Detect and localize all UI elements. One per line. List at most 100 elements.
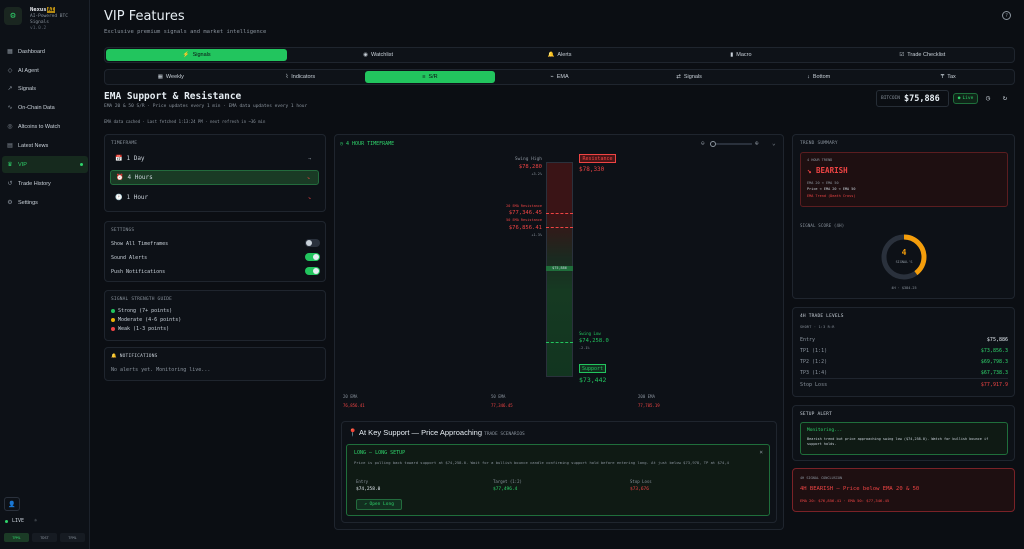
arrow-down-icon: ↓ <box>807 74 810 80</box>
coin-icon: ◎ <box>7 124 13 130</box>
section-subtitle: EMA 20 & 50 S/R · Price updates every 1 … <box>104 104 308 109</box>
resistance-value: $78,330 <box>579 166 605 173</box>
setup-description: Price is pulling back toward support at … <box>354 460 729 465</box>
refresh-icon[interactable]: ↻ <box>1000 93 1010 103</box>
show-all-toggle[interactable] <box>305 239 320 247</box>
brand-tagline: AI-Powered BTC <box>30 14 68 19</box>
long-setup-card: LONG — LONG SETUP × Price is pulling bac… <box>346 444 770 516</box>
sidebar-item-altcoins[interactable]: ◎ Altcoins to Watch <box>2 118 88 135</box>
clock-icon: 🕐 <box>115 194 123 201</box>
conclusion-value: 4H BEARISH — Price below EMA 20 & 50 <box>800 486 920 492</box>
eye-icon: ◉ <box>363 52 368 58</box>
timeframe-1d[interactable]: 📅 1 Day → <box>110 151 319 166</box>
theme-icon[interactable]: ☼ <box>34 518 37 524</box>
zoom-slider[interactable] <box>710 141 752 147</box>
sidebar-item-on-chain-data[interactable]: ∿ On-Chain Data <box>2 99 88 116</box>
tab-signals[interactable]: ⚡ Signals <box>106 49 288 61</box>
main-tabs: ⚡ Signals ◉ Watchlist 🔔 Alerts ▮ Macro ☑ Trad… <box>104 47 1015 63</box>
target-value: $77,496.4 <box>493 487 518 492</box>
collapse-icon[interactable]: ⌄ <box>772 140 776 147</box>
live-indicator: LIVE ☼ <box>5 518 37 524</box>
subtab-weekly[interactable]: ▦ Weekly <box>106 71 236 83</box>
chart-title: ◷ 4 HOUR TIMEFRAME <box>340 141 395 147</box>
sound-toggle[interactable] <box>305 253 320 261</box>
calendar-icon: ▦ <box>157 74 163 80</box>
subtab-ema[interactable]: ⌁ EMA <box>495 71 625 83</box>
line-chart-icon: ⌁ <box>550 74 554 80</box>
tab-macro[interactable]: ▮ Macro <box>650 49 831 61</box>
clock-icon: ⏰ <box>116 174 124 181</box>
legend-weak: Weak (1-3 points) <box>111 326 169 332</box>
sidebar-item-vip[interactable]: ♛ VIP <box>2 156 88 173</box>
resistance-tag: Resistance <box>579 154 616 163</box>
close-icon[interactable]: × <box>759 449 763 456</box>
subtab-indicators[interactable]: ⌇ Indicators <box>236 71 366 83</box>
conclusion-foot: EMA 20: $76,856.41 · EMA 50: $77,346.45 <box>800 498 890 503</box>
settings-panel: SETTINGS Show All Timeframes Sound Alert… <box>104 221 326 282</box>
subtab-tax[interactable]: ₸ Tax <box>883 71 1013 83</box>
tab-watchlist[interactable]: ◉ Watchlist <box>287 49 468 61</box>
subtab-signals[interactable]: ⇄ Signals <box>624 71 754 83</box>
zoom-out-icon[interactable]: ⊖ <box>701 140 705 147</box>
timeframe-4h[interactable]: ⏰ 4 Hours ↘ <box>110 170 319 185</box>
sidebar-item-latest-news[interactable]: ▤ Latest News <box>2 137 88 154</box>
brand-line2: Signals <box>30 20 49 25</box>
trend-down-icon: ↘ <box>807 166 817 175</box>
stop-value: $73,676 <box>630 487 649 492</box>
ema200-foot-label: 200 EMA <box>638 394 655 399</box>
clock-icon[interactable]: ◷ <box>983 93 993 103</box>
subtab-bottom[interactable]: ↓ Bottom <box>754 71 884 83</box>
section-title: EMA Support & Resistance <box>104 91 242 102</box>
score-label: SIGNAL'S <box>895 260 913 264</box>
subtab-sr[interactable]: ≡ S/R <box>365 71 495 83</box>
strength-panel: SIGNAL STRENGTH GUIDE Strong (7+ points)… <box>104 290 326 341</box>
push-toggle[interactable] <box>305 267 320 275</box>
tab-trade-checklist[interactable]: ☑ Trade Checklist <box>832 49 1013 61</box>
trend-value: BEARISH <box>816 166 848 175</box>
level-stop-loss: Stop Loss $77,917.9 <box>800 382 1008 388</box>
setting-push: Push Notifications <box>111 267 320 275</box>
legend-moderate: Moderate (4-6 points) <box>111 317 181 323</box>
mode-tdst[interactable]: TDST <box>32 533 57 542</box>
btc-price: $75,886 <box>903 93 940 104</box>
brand-version: v1.0.2 <box>30 26 47 31</box>
timeframe-1h[interactable]: 🕐 1 Hour ↘ <box>110 190 319 205</box>
page-subtitle: Exclusive premium signals and market int… <box>104 29 267 35</box>
sidebar-item-trade-history[interactable]: ↺ Trade History <box>2 175 88 192</box>
score-value: 4 <box>901 248 907 257</box>
bell-icon: 🔔 <box>547 52 555 58</box>
alert-status: Monitoring... <box>807 428 843 433</box>
live-dot <box>5 519 8 523</box>
notifications-panel: 🔔 NOTIFICATIONS No alerts yet. Monitorin… <box>104 347 326 381</box>
sidebar-item-signals[interactable]: ↗ Signals <box>2 80 88 97</box>
arrows-icon: ⇄ <box>676 74 681 80</box>
current-price-marker: $75,886 <box>546 266 573 271</box>
sidebar-item-ai-agent[interactable]: ◇ AI Agent <box>2 62 88 79</box>
timeframe-panel: TIMEFRAME 📅 1 Day → ⏰ 4 Hours ↘ 🕐 1 Hour ↘ <box>104 134 326 212</box>
ema20-line <box>546 213 573 214</box>
crown-icon: ♛ <box>7 162 13 168</box>
zoom-in-icon[interactable]: ⊕ <box>755 140 759 147</box>
bot-icon: ◇ <box>7 68 13 74</box>
swing-low-value: $74,258.0 <box>579 338 609 344</box>
pin-icon: 📍 <box>348 428 358 437</box>
sidebar-item-settings[interactable]: ⚙ Settings <box>2 194 88 211</box>
trend-card: 4 HOUR TREND ↘ BEARISH EMA 20 < EMA 50 P… <box>800 152 1008 207</box>
live-dot: ● <box>957 96 961 101</box>
btc-price-box: BITCOIN $75,886 <box>876 90 949 107</box>
ema50-value: $76,856.41 <box>508 225 542 231</box>
user-icon[interactable]: 👤 <box>4 497 20 511</box>
bar-chart-icon: ▮ <box>730 52 734 58</box>
mode-tfml[interactable]: TFML <box>60 533 85 542</box>
ema200-foot-value: 77,785.19 <box>638 403 660 408</box>
help-icon[interactable]: ? <box>1002 11 1011 20</box>
open-long-button[interactable]: ↗ Open Long <box>356 499 402 510</box>
mode-tpml[interactable]: TPML <box>4 533 29 542</box>
tab-alerts[interactable]: 🔔 Alerts <box>469 49 650 61</box>
checklist-icon: ☑ <box>899 52 905 58</box>
setup-alert-panel: SETUP ALERT Monitoring... Bearish trend … <box>792 405 1015 461</box>
sidebar: ⚙ NexusAI AI-Powered BTC Signals v1.0.2 … <box>0 0 90 549</box>
sidebar-item-dashboard[interactable]: ▦ Dashboard <box>2 43 88 60</box>
mode-switch: TPML TDST TFML <box>4 533 85 542</box>
legend-strong: Strong (7+ points) <box>111 308 172 314</box>
